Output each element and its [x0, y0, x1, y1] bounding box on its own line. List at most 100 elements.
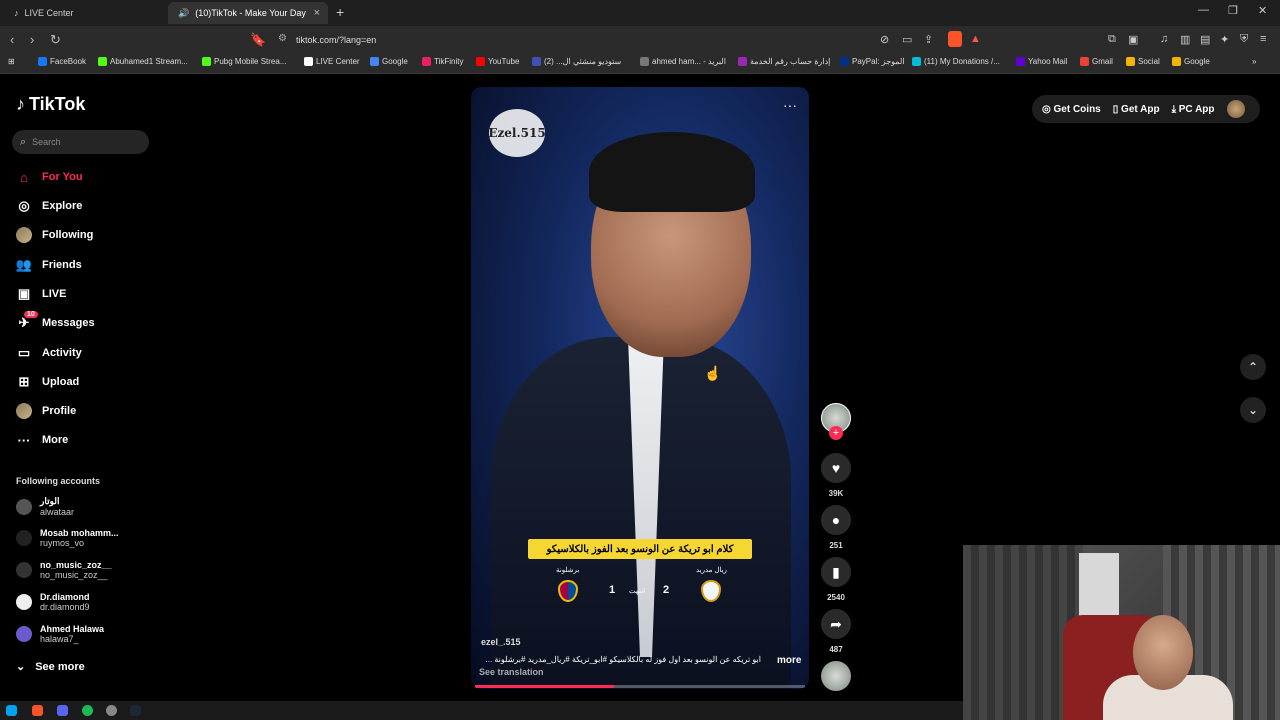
- apps-icon[interactable]: ⊞: [8, 57, 15, 66]
- close-tab-icon[interactable]: ×: [314, 7, 320, 19]
- barcelona-crest-icon: [558, 580, 578, 602]
- sidebar-item-following[interactable]: Following: [16, 225, 93, 245]
- bookmark-item[interactable]: TikFinity: [422, 57, 463, 66]
- extensions-icon[interactable]: ⧉: [1108, 33, 1116, 46]
- previous-video-button[interactable]: ⌃: [1240, 354, 1266, 380]
- bookmark-item[interactable]: Social: [1126, 57, 1160, 66]
- sidebar-item-label: Upload: [42, 376, 80, 388]
- bookmark-item[interactable]: ahmed ham... - البريد: [640, 57, 726, 66]
- heart-icon: ♥: [831, 460, 841, 476]
- avatar: [16, 498, 32, 515]
- follow-plus-icon[interactable]: +: [829, 426, 843, 440]
- sidebar-item-label: Friends: [42, 259, 82, 271]
- bookmark-item[interactable]: PayPal: الموجز: [840, 57, 905, 66]
- back-icon[interactable]: ‹: [10, 32, 14, 47]
- chevron-down-icon: ⌄: [16, 661, 26, 673]
- obs-taskbar-icon[interactable]: [106, 705, 117, 716]
- search-input[interactable]: [32, 137, 133, 147]
- like-button[interactable]: ♥: [821, 453, 851, 483]
- video-options-icon[interactable]: ···: [783, 97, 797, 113]
- sidebar-item-upload[interactable]: ⊞ Upload: [16, 372, 80, 392]
- pc-app-button[interactable]: ⤓ PC App: [1172, 104, 1215, 115]
- get-app-button[interactable]: ▯ Get App: [1113, 104, 1160, 115]
- menu-icon[interactable]: ≡: [1260, 33, 1266, 45]
- bookmark-item[interactable]: (11) My Donations /...: [912, 57, 1000, 66]
- bookmark-item[interactable]: Abuhamed1 Stream...: [98, 57, 188, 66]
- sidebar-icon[interactable]: ▥: [1180, 33, 1190, 46]
- coin-icon: ◎: [1042, 103, 1051, 115]
- steam-taskbar-icon[interactable]: [130, 705, 141, 716]
- sidebar-item-more[interactable]: ··· More: [16, 430, 69, 450]
- download-icon: ⤓: [1171, 103, 1176, 115]
- site-info-icon[interactable]: ⚙: [278, 33, 287, 44]
- leo-icon[interactable]: ✦: [1220, 33, 1229, 46]
- following-account[interactable]: no_music_zoz__ no_music_zoz__: [16, 560, 112, 580]
- url-text: tiktok.com/?lang=en: [296, 35, 377, 45]
- bookmark-item[interactable]: Yahoo Mail: [1016, 57, 1067, 66]
- following-account[interactable]: الوتار alwataar: [16, 496, 74, 517]
- discord-taskbar-icon[interactable]: [57, 705, 68, 716]
- sidebar-item-for-you[interactable]: ⌂ For You: [16, 167, 82, 187]
- share-button[interactable]: ➦: [821, 609, 851, 639]
- following-account[interactable]: Dr.diamond dr.diamond9: [16, 592, 90, 612]
- tiktok-logo[interactable]: ♪ TikTok: [16, 94, 85, 115]
- sidebar-item-friends[interactable]: 👥 Friends: [16, 255, 82, 275]
- no-translate-icon[interactable]: ⊘: [880, 33, 889, 46]
- bookmark-item[interactable]: Pubg Mobile Strea...: [202, 57, 286, 66]
- spotify-taskbar-icon[interactable]: [82, 705, 93, 716]
- vpn-icon[interactable]: ⛨: [1240, 33, 1248, 46]
- sidebar-item-profile[interactable]: Profile: [16, 401, 76, 421]
- search-icon: ⌕: [20, 135, 27, 148]
- bookmark-page-icon[interactable]: 🔖: [250, 32, 266, 48]
- bookmark-item[interactable]: إدارة حساب رقم الخدمة: [738, 57, 830, 66]
- bookmark-item[interactable]: FaceBook: [38, 57, 86, 66]
- video-player[interactable]: Ezel.515 ··· كلام ابو تريكة عن الونسو بع…: [471, 87, 809, 689]
- see-more-button[interactable]: ⌄ See more: [16, 660, 85, 674]
- following-account[interactable]: Mosab mohamm... ruymos_vo: [16, 528, 119, 548]
- forward-icon[interactable]: ›: [30, 32, 34, 47]
- bookmark-item[interactable]: ستوديو منشئي ال... (2): [532, 57, 621, 66]
- tab-live-center[interactable]: ♪ LIVE Center: [4, 2, 164, 24]
- more-button[interactable]: more: [777, 655, 801, 666]
- media-icon[interactable]: ♫: [1160, 33, 1168, 45]
- bookmark-item[interactable]: Gmail: [1080, 57, 1113, 66]
- close-window-icon[interactable]: ✕: [1258, 4, 1267, 17]
- screenshot-icon[interactable]: ▣: [1128, 33, 1138, 46]
- bookmark-item[interactable]: Google: [1172, 57, 1210, 66]
- following-account[interactable]: Ahmed Halawa halawa7_: [16, 624, 104, 644]
- brave-taskbar-icon[interactable]: [32, 705, 43, 716]
- sidebar-item-live[interactable]: ▣ LIVE: [16, 284, 67, 304]
- new-tab-button[interactable]: +: [336, 4, 344, 20]
- sidebar-item-explore[interactable]: ◎ Explore: [16, 196, 82, 216]
- brave-shield-icon[interactable]: [948, 31, 962, 47]
- comment-button[interactable]: ●: [821, 505, 851, 535]
- comment-count: 251: [829, 541, 843, 550]
- cast-icon[interactable]: ▭: [902, 33, 912, 46]
- wallet-icon[interactable]: ▤: [1200, 33, 1210, 46]
- bookmark-item[interactable]: YouTube: [476, 57, 519, 66]
- search-box[interactable]: ⌕: [12, 130, 149, 154]
- video-author[interactable]: ezel_.515: [481, 637, 521, 647]
- bookmarks-overflow-icon[interactable]: »: [1252, 57, 1256, 66]
- save-button[interactable]: ▮: [821, 557, 851, 587]
- tab-tiktok[interactable]: 🔊 (10)TikTok - Make Your Day ×: [168, 2, 328, 24]
- sidebar-item-messages[interactable]: ✈ 10 Messages: [16, 311, 95, 333]
- save-count: 2540: [827, 593, 845, 602]
- see-translation-link[interactable]: See translation: [479, 667, 544, 677]
- like-count: 39K: [828, 489, 844, 498]
- brave-rewards-icon[interactable]: ▲: [970, 33, 981, 45]
- user-avatar[interactable]: [1226, 100, 1245, 118]
- live-icon: ▣: [17, 286, 31, 301]
- bookmark-item[interactable]: Google: [370, 57, 408, 66]
- windows-start-icon[interactable]: [6, 705, 17, 716]
- bookmark-item[interactable]: LIVE Center: [304, 57, 360, 66]
- minimize-icon[interactable]: —: [1198, 4, 1209, 16]
- reload-icon[interactable]: ↻: [50, 32, 61, 48]
- get-coins-button[interactable]: ◎ Get Coins: [1042, 104, 1101, 115]
- sidebar-item-activity[interactable]: ▭ Activity: [16, 343, 82, 363]
- restore-icon[interactable]: ❐: [1228, 4, 1238, 17]
- next-video-button[interactable]: ⌄: [1240, 397, 1266, 423]
- sound-disc-avatar[interactable]: [821, 661, 851, 691]
- video-progress-bar[interactable]: [475, 685, 805, 688]
- share-icon[interactable]: ⇪: [924, 33, 933, 46]
